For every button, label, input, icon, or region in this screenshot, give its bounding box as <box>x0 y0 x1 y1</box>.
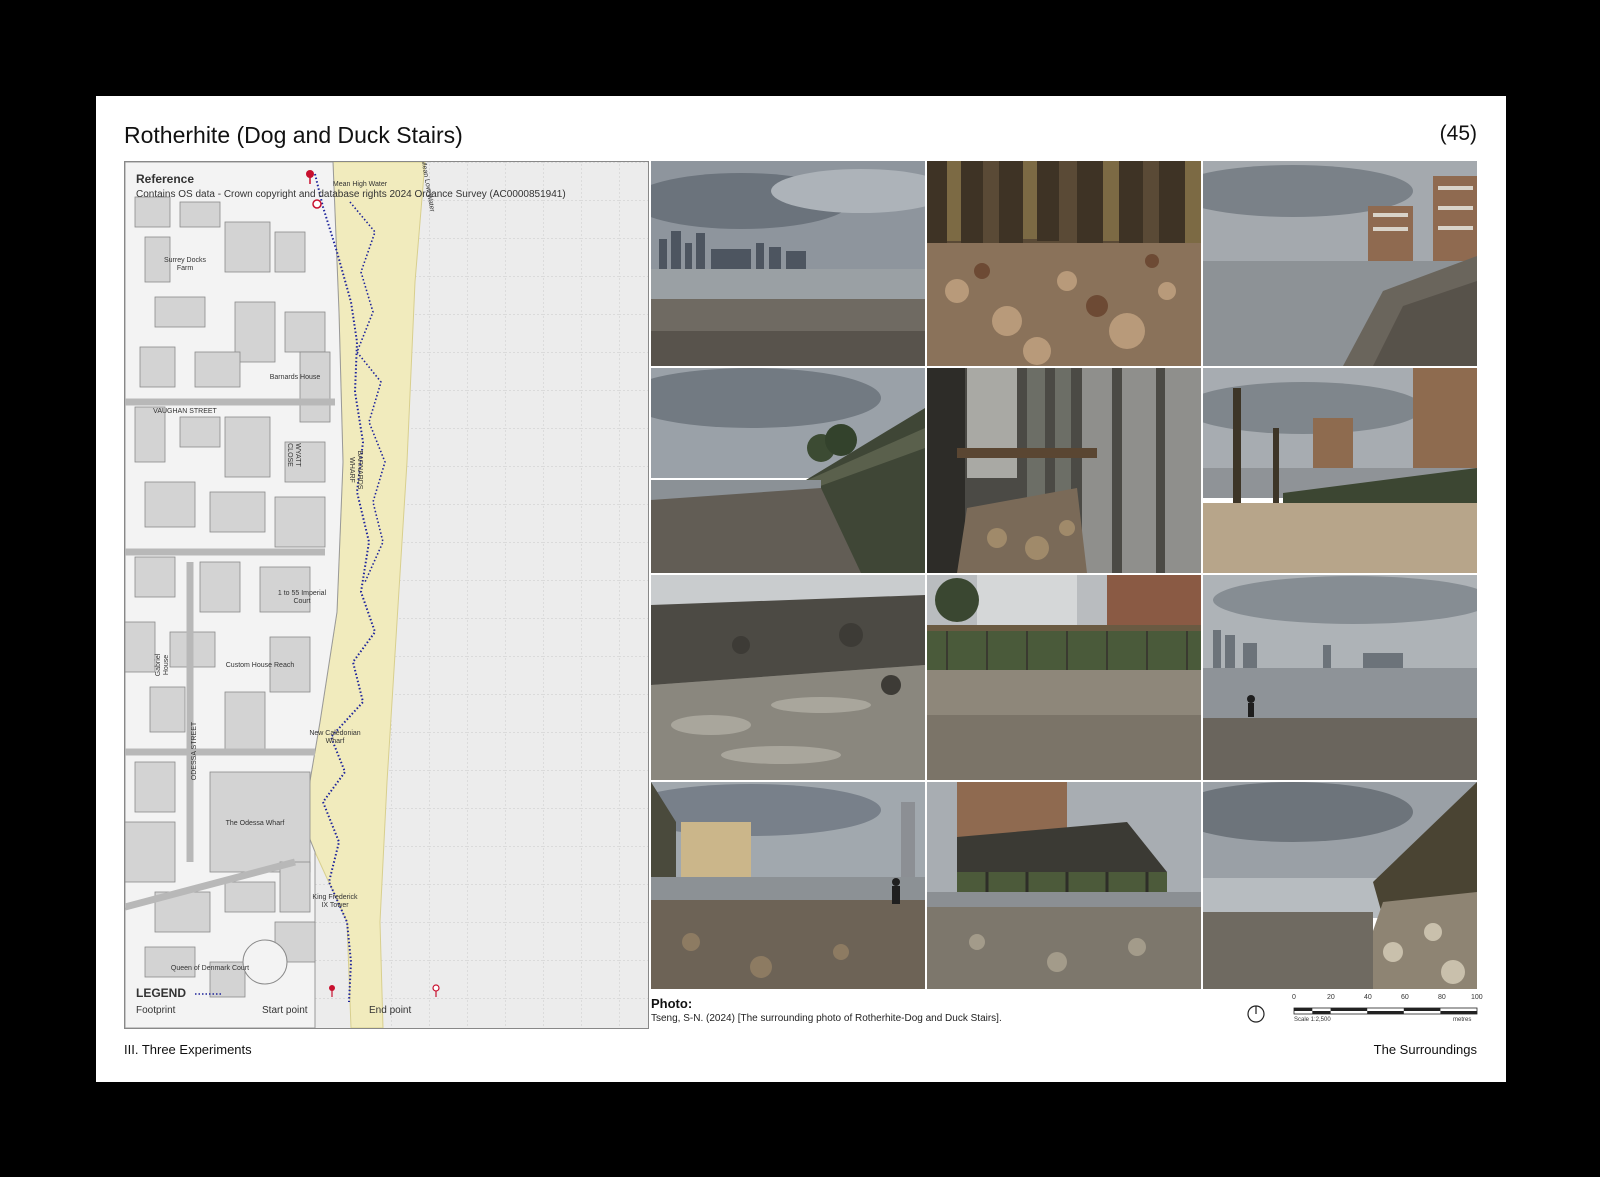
page-number: (45) <box>1439 122 1477 145</box>
map-label-high-water: Mean High Water <box>332 181 388 188</box>
map-label-odessa-wharf: The Odessa Wharf <box>225 820 285 827</box>
map-label-custom-house-reach: Custom House Reach <box>225 662 295 669</box>
map-label-odessa-street: ODESSA STREET <box>191 721 198 781</box>
map-label-imperial-court: 1 to 55 Imperial Court <box>277 590 327 605</box>
map-label-barnards-wharf: BARNARDS WHARF <box>348 450 363 490</box>
map-drawing <box>125 162 648 1028</box>
scale-ratio: Scale 1:2,500 <box>1294 1017 1331 1023</box>
map-label-surrey-docks-farm: Surrey Docks Farm <box>163 257 206 272</box>
scale-tick: 80 <box>1438 994 1446 1001</box>
map-label-vaughan-street: VAUGHAN STREET <box>153 408 217 415</box>
scale-tick: 0 <box>1292 994 1296 1001</box>
photo-flats-behind-wall <box>927 575 1201 780</box>
scale-ruler <box>1293 1007 1478 1015</box>
legend-footprint: Footprint <box>136 1005 176 1016</box>
photo-grid <box>651 161 1477 989</box>
scale-bar: 0 20 40 60 80 100 Scale 1:2,500 metres <box>1246 994 1483 1034</box>
map-label-wyatt-close: WYATT CLOSE <box>286 443 301 467</box>
map-label-king-frederick-ix-tower: King Frederick IX Tower <box>312 894 358 909</box>
map-label-gabriel-house: Gabriel House <box>155 653 170 677</box>
photo-mudflat <box>651 575 925 780</box>
page-sheet: Rotherhite (Dog and Duck Stairs) (45) Re… <box>96 96 1506 1082</box>
scale-tick: 60 <box>1401 994 1409 1001</box>
photo-under-pier-columns <box>927 368 1201 573</box>
map-reference-title: Reference <box>136 172 195 186</box>
photo-river-wall <box>651 368 925 573</box>
map-label-new-caledonian-wharf: New Caledonian Wharf <box>309 730 361 745</box>
footer-chapter: III. Three Experiments <box>124 1042 252 1057</box>
photo-wooden-piles-pebbles <box>927 161 1201 366</box>
footer-section: The Surroundings <box>1373 1042 1477 1057</box>
photo-wall-pebbles-sunlight <box>1203 782 1477 989</box>
photo-jetty-ruins <box>1203 368 1477 573</box>
photo-walker-on-shore <box>1203 575 1477 780</box>
map-reference-text: Contains OS data - Crown copyright and d… <box>136 189 566 200</box>
photo-caption-title: Photo: <box>651 996 693 1011</box>
photo-caption-text: Tseng, S-N. (2024) [The surrounding phot… <box>651 1013 1002 1024</box>
page-title: Rotherhite (Dog and Duck Stairs) <box>124 122 463 148</box>
scale-tick: 20 <box>1327 994 1335 1001</box>
map-label-barnards-house: Barnards House <box>269 374 321 381</box>
scale-tick: 100 <box>1471 994 1483 1001</box>
legend-end-point: End point <box>369 1005 412 1016</box>
photo-shore-tower <box>651 782 925 989</box>
scale-unit: metres <box>1453 1017 1472 1023</box>
scale-tick: 40 <box>1364 994 1372 1001</box>
photo-pier-structure <box>927 782 1201 989</box>
legend-start-point: Start point <box>262 1005 308 1016</box>
legend-title: LEGEND <box>136 986 187 1000</box>
site-map: Reference Contains OS data - Crown copyr… <box>124 161 649 1029</box>
photo-shore-apartments <box>1203 161 1477 366</box>
map-label-queen-of-denmark-court: Queen of Denmark Court <box>170 965 250 972</box>
photo-river-skyline <box>651 161 925 366</box>
